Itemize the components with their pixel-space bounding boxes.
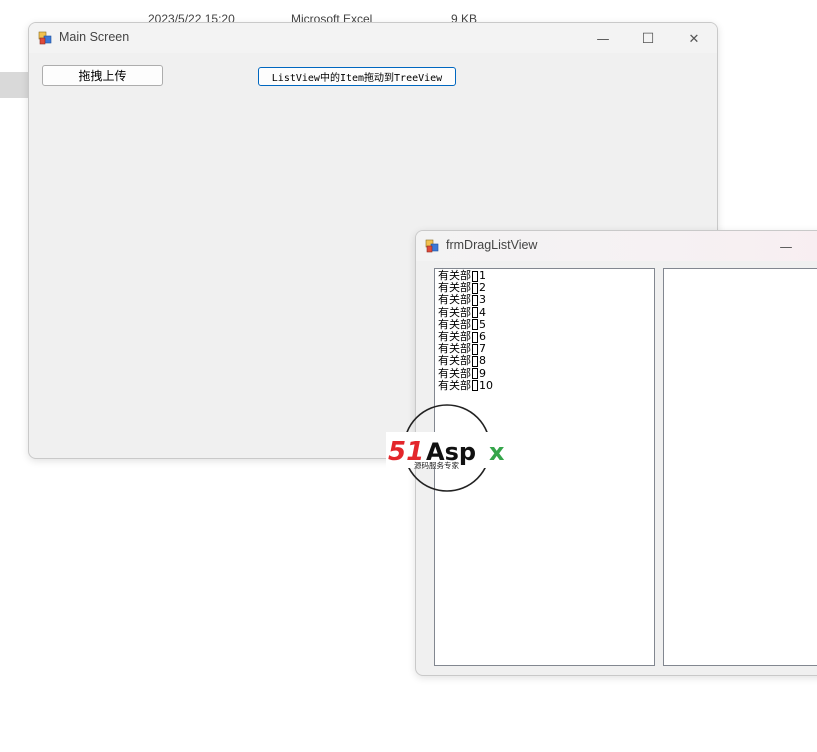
missing-glyph-box xyxy=(472,343,478,355)
minimize-button[interactable]: — xyxy=(587,27,619,51)
missing-glyph-box xyxy=(472,270,478,282)
missing-glyph-box xyxy=(472,282,478,294)
missing-glyph-box xyxy=(472,294,478,306)
missing-glyph-box xyxy=(472,307,478,319)
drag-upload-button[interactable]: 拖拽上传 xyxy=(42,65,163,86)
list-item-prefix: 有关部 xyxy=(438,378,471,392)
list-item[interactable]: 有关部 8 xyxy=(438,355,493,367)
listview-to-treeview-button[interactable]: ListView中的Item拖动到TreeView xyxy=(258,67,456,86)
missing-glyph-box xyxy=(472,380,478,392)
list-item[interactable]: 有关部 3 xyxy=(438,294,493,306)
background-selection xyxy=(0,72,30,98)
close-button[interactable]: ✕ xyxy=(678,27,710,51)
main-window-titlebar[interactable]: Main Screen — ☐ ✕ xyxy=(29,23,717,53)
drag-window-titlebar[interactable]: frmDragListView — xyxy=(416,231,817,261)
list-item-number: 5 xyxy=(479,317,486,331)
tree-view[interactable] xyxy=(663,268,817,666)
maximize-button[interactable]: ☐ xyxy=(632,27,664,51)
app-icon xyxy=(38,31,52,45)
watermark-logo: 51 Asp x 源码服务专家 xyxy=(386,404,512,492)
list-item-number: 1 xyxy=(479,269,486,283)
logo-x-text: x xyxy=(489,438,505,466)
missing-glyph-box xyxy=(472,319,478,331)
list-item-number: 7 xyxy=(479,342,486,356)
list-item-number: 9 xyxy=(479,366,486,380)
list-item[interactable]: 有关部 4 xyxy=(438,305,493,319)
list-items: 有关部 1 有关部 2 有关部 3 有关部 4 有关部 5 有关部 6 有关部 7 有关部 8 有关部 9 有关部 1… xyxy=(438,270,493,392)
list-item-prefix: 有关部 xyxy=(438,366,471,380)
drag-window-title: frmDragListView xyxy=(446,238,538,252)
list-item-number: 4 xyxy=(479,305,486,319)
main-window-title: Main Screen xyxy=(59,30,130,44)
list-item-number: 3 xyxy=(479,293,486,307)
list-item-prefix: 有关部 xyxy=(438,293,471,307)
missing-glyph-box xyxy=(472,368,478,380)
list-item-number: 6 xyxy=(479,330,486,344)
list-item-prefix: 有关部 xyxy=(438,354,471,368)
app-icon xyxy=(425,239,439,253)
list-item[interactable]: 有关部 10 xyxy=(438,378,493,392)
list-item[interactable]: 有关部 9 xyxy=(438,366,493,380)
missing-glyph-box xyxy=(472,355,478,367)
list-item-number: 2 xyxy=(479,281,486,295)
list-item-prefix: 有关部 xyxy=(438,305,471,319)
logo-tagline: 源码服务专家 xyxy=(414,460,459,470)
list-item-number: 10 xyxy=(479,378,493,392)
minimize-button[interactable]: — xyxy=(770,235,802,259)
missing-glyph-box xyxy=(472,331,478,343)
list-item-number: 8 xyxy=(479,354,486,368)
